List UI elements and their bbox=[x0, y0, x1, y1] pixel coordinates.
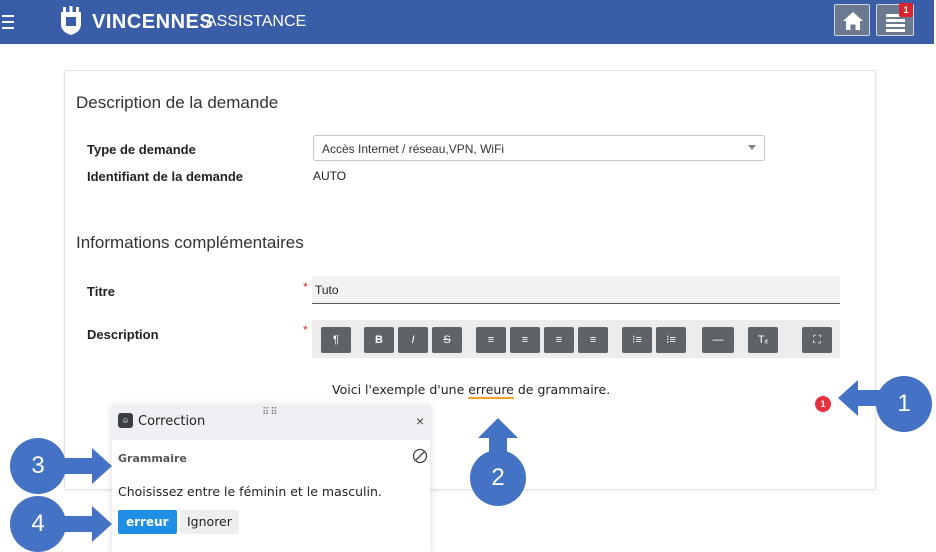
annotation-arrow-4 bbox=[60, 506, 112, 542]
annotation-marker-3: 3 bbox=[10, 438, 66, 494]
annotation-arrow-3 bbox=[60, 448, 112, 484]
home-button[interactable] bbox=[834, 4, 870, 36]
align-center-button[interactable]: ≡ bbox=[510, 327, 540, 353]
city-crest-logo bbox=[61, 6, 81, 35]
type-label: Type de demande bbox=[87, 142, 196, 157]
close-icon[interactable]: × bbox=[416, 413, 424, 429]
numbered-list-button[interactable]: ⁝≡ bbox=[656, 327, 686, 353]
align-right-icon: ≡ bbox=[555, 334, 563, 346]
title-input[interactable]: Tuto bbox=[312, 276, 840, 304]
justify-button[interactable]: ≡ bbox=[578, 327, 608, 353]
page: VINCENNES ASSISTANCE 1 Description de la… bbox=[0, 0, 936, 552]
grammar-checker-icon: ☺ bbox=[118, 413, 133, 428]
horizontal-rule-icon: — bbox=[712, 334, 724, 346]
annotation-marker-2: 2 bbox=[470, 450, 526, 506]
type-select-value: Accès Internet / réseau,VPN, WiFi bbox=[322, 142, 505, 156]
bullet-list-icon: ⁝≡ bbox=[632, 334, 642, 346]
fullscreen-icon: ⛶ bbox=[813, 334, 821, 346]
drag-handle-icon[interactable]: ⠿⠿ bbox=[262, 407, 279, 418]
error-category: Grammaire bbox=[118, 452, 187, 465]
clear-format-button[interactable]: Tₓ bbox=[748, 327, 778, 353]
home-icon bbox=[843, 12, 863, 30]
align-right-button[interactable]: ≡ bbox=[544, 327, 574, 353]
apply-suggestion-button[interactable]: erreur bbox=[118, 510, 177, 534]
chevron-down-icon bbox=[748, 145, 756, 150]
bold-button[interactable]: B bbox=[364, 327, 394, 353]
notification-badge: 1 bbox=[899, 3, 913, 17]
misspelled-word[interactable]: erreure bbox=[468, 382, 514, 397]
section-title-info: Informations complémentaires bbox=[76, 233, 304, 252]
disable-rule-icon[interactable] bbox=[412, 448, 428, 464]
paragraph-format-button[interactable]: ¶ bbox=[321, 327, 351, 353]
editor-content[interactable]: Voici l'exemple d'une erreure de grammai… bbox=[332, 382, 610, 397]
strikethrough-button[interactable]: S bbox=[432, 327, 462, 353]
italic-icon: I bbox=[411, 334, 415, 346]
ignore-button[interactable]: Ignorer bbox=[180, 510, 239, 534]
section-title-description: Description de la demande bbox=[76, 93, 279, 112]
strikethrough-icon: S bbox=[443, 334, 451, 346]
annotation-marker-4: 4 bbox=[10, 496, 66, 552]
required-marker: * bbox=[303, 280, 308, 294]
bullet-list-button[interactable]: ⁝≡ bbox=[622, 327, 652, 353]
title-label: Titre bbox=[87, 284, 115, 299]
correction-popup: ☺ Correction ⠿⠿ × Grammaire Choisissez e… bbox=[112, 404, 430, 552]
popup-header: ☺ Correction ⠿⠿ × bbox=[112, 404, 430, 440]
italic-button[interactable]: I bbox=[398, 327, 428, 353]
clear-format-icon: Tₓ bbox=[757, 334, 769, 346]
id-value: AUTO bbox=[313, 169, 347, 183]
menu-icon[interactable] bbox=[0, 0, 16, 44]
top-bar: VINCENNES ASSISTANCE 1 bbox=[0, 0, 936, 44]
brand-subtitle: ASSISTANCE bbox=[206, 13, 307, 30]
align-left-button[interactable]: ≡ bbox=[476, 327, 506, 353]
editor-toolbar: ¶ B I S ≡ ≡ ≡ ≡ ⁝≡ ⁝≡ — Tₓ ⛶ bbox=[312, 320, 840, 358]
popup-title: Correction bbox=[138, 414, 206, 429]
type-select[interactable]: Accès Internet / réseau,VPN, WiFi bbox=[313, 135, 765, 161]
annotation-marker-1: 1 bbox=[876, 376, 932, 432]
bold-icon: B bbox=[375, 334, 383, 346]
fullscreen-button[interactable]: ⛶ bbox=[802, 327, 832, 353]
horizontal-rule-button[interactable]: — bbox=[702, 327, 734, 353]
error-message: Choisissez entre le féminin et le mascul… bbox=[118, 484, 382, 499]
align-left-icon: ≡ bbox=[487, 334, 495, 346]
brand-title[interactable]: VINCENNES bbox=[92, 11, 213, 34]
numbered-list-icon: ⁝≡ bbox=[666, 334, 676, 346]
error-count-badge[interactable]: 1 bbox=[815, 396, 831, 412]
align-center-icon: ≡ bbox=[521, 334, 529, 346]
justify-icon: ≡ bbox=[589, 334, 597, 346]
description-label: Description bbox=[87, 327, 159, 342]
required-marker: * bbox=[303, 323, 308, 337]
id-label: Identifiant de la demande bbox=[87, 169, 244, 184]
paragraph-icon: ¶ bbox=[333, 334, 339, 346]
description-editor[interactable]: Voici l'exemple d'une erreure de grammai… bbox=[312, 358, 840, 410]
